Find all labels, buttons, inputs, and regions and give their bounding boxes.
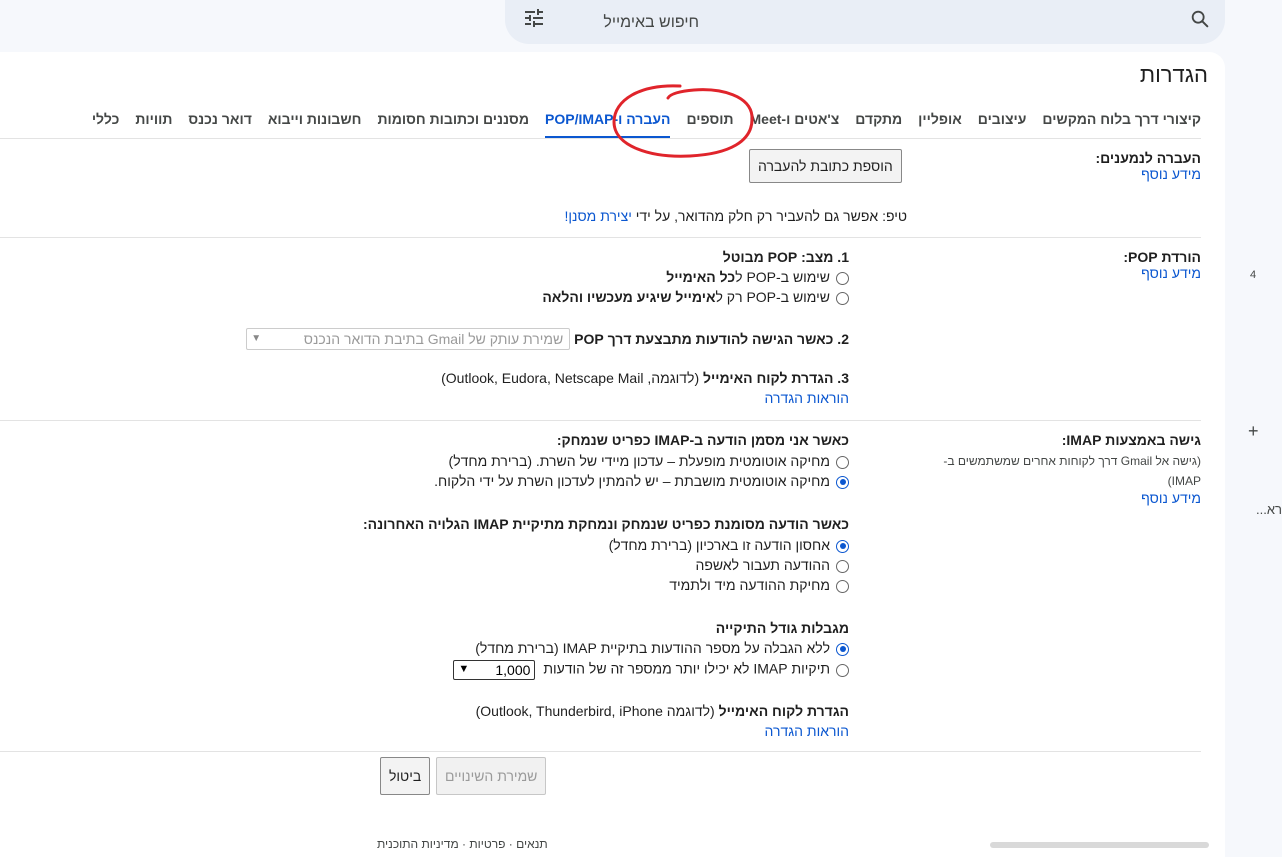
pop-all-mail-option[interactable]: שימוש ב-POP לכל האימייל [666, 269, 849, 285]
settings-panel: הגדרות כללי תוויות דואר נכנס חשבונות ויי… [0, 52, 1225, 857]
forwarding-label: העברה לנמענים: [1095, 150, 1201, 166]
tab-shortcuts[interactable]: קיצורי דרך בלוח המקשים [1042, 109, 1201, 139]
delete-forever-radio[interactable] [836, 579, 849, 593]
section-divider [0, 751, 1201, 752]
pop-all-mail-radio[interactable] [836, 271, 849, 285]
pop-step3-label: 3. הגדרת לקוח האימייל [703, 370, 849, 386]
pop-new-mail-option[interactable]: שימוש ב-POP רק לאימייל שיגיע מעכשיו והלא… [542, 289, 849, 305]
pop-step3: 3. הגדרת לקוח האימייל (לדוגמה, Outlook, … [441, 370, 849, 386]
right-strip-number: 4 [1250, 269, 1257, 281]
imap-client-examples: (לדוגמה Outlook, Thunderbird, iPhone) [475, 703, 715, 719]
tip-text: טיפ: אפשר גם להעביר רק חלק מהדואר, על יד… [631, 208, 907, 224]
section-divider [0, 420, 1201, 421]
program-policy-link[interactable]: מדיניות התוכנית [377, 837, 459, 851]
pop-new-mail-radio[interactable] [836, 291, 849, 305]
autoexpunge-off-radio[interactable] [836, 475, 849, 489]
search-placeholder[interactable]: חיפוש באימייל [603, 14, 699, 32]
no-limit-radio[interactable] [836, 642, 849, 656]
tab-inbox[interactable]: דואר נכנס [188, 109, 251, 139]
pop-learn-more-link[interactable]: מידע נוסף [1141, 265, 1201, 281]
pop-setup-wrap: הוראות הגדרה [765, 390, 849, 406]
tab-themes[interactable]: עיצובים [978, 109, 1027, 139]
imap-client-heading: הגדרת לקוח האימייל [718, 703, 849, 719]
pop-action-select[interactable]: שמירת עותק של Gmail בתיבת הדואר הנכנס ▼ [246, 328, 571, 350]
pop-label: הורדת POP: [1123, 249, 1201, 265]
imap-label: גישה באמצעות IMAP: [1061, 432, 1201, 448]
imap-setup-wrap: הוראות הגדרה [765, 723, 849, 739]
tune-icon[interactable] [522, 6, 546, 30]
right-strip-truncated-text: רא... [1256, 502, 1282, 517]
tab-advanced[interactable]: מתקדם [855, 109, 902, 139]
section-divider [0, 237, 1201, 238]
search-bar[interactable]: חיפוש באימייל [505, 0, 1225, 44]
tab-addons[interactable]: תוספים [686, 109, 733, 139]
archive-radio[interactable] [836, 539, 849, 553]
privacy-link[interactable]: פרטיות [469, 837, 505, 851]
pop-step2: 2. כאשר הגישה להודעות מתבצעת דרך POP שמי… [246, 328, 849, 350]
imap-sub1: (גישה אל Gmail דרך לקוחות אחרים שמשתמשים… [943, 454, 1201, 468]
trash-option[interactable]: ההודעה תעבור לאשפה [695, 557, 849, 573]
imap-learn-more-link[interactable]: מידע נוסף [931, 490, 1201, 506]
tab-accounts[interactable]: חשבונות וייבוא [268, 109, 362, 139]
forwarding-learn-more-link[interactable]: מידע נוסף [1141, 166, 1201, 182]
autoexpunge-on-radio[interactable] [836, 455, 849, 469]
search-icon[interactable] [1189, 8, 1211, 30]
save-changes-button[interactable]: שמירת השינויים [436, 757, 547, 795]
chevron-down-icon: ▼ [458, 663, 470, 675]
add-icon[interactable]: + [1248, 421, 1259, 442]
footer: תנאים · פרטיות · מדיניות התוכנית [377, 837, 548, 851]
autoexpunge-on-option[interactable]: מחיקה אוטומטית מופעלת – עדכון מיידי של ה… [449, 453, 849, 469]
delete-forever-option[interactable]: מחיקת ההודעה מיד ולתמיד [669, 577, 849, 593]
tab-labels[interactable]: תוויות [135, 109, 172, 139]
archive-option[interactable]: אחסון הודעה זו בארכיון (ברירת מחדל) [609, 537, 849, 553]
tab-offline[interactable]: אופליין [918, 109, 962, 139]
horizontal-scrollbar[interactable] [990, 842, 1209, 848]
limit-option[interactable]: תיקיות IMAP לא יכילו יותר ממספר זה של הו… [453, 660, 849, 680]
imap-deleted-heading: כאשר אני מסמן הודעה ב-IMAP כפריט שנמחק: [556, 432, 849, 448]
chevron-down-icon: ▼ [251, 333, 262, 344]
tab-general[interactable]: כללי [92, 109, 120, 139]
imap-setup-instructions-link[interactable]: הוראות הגדרה [765, 723, 849, 739]
pop-step2-label: 2. כאשר הגישה להודעות מתבצעת דרך POP [574, 331, 849, 347]
trash-radio[interactable] [836, 559, 849, 573]
tab-chat-meet[interactable]: צ'אטים ו-Meet [750, 109, 840, 139]
tab-divider [0, 138, 1201, 139]
create-filter-link[interactable]: יצירת מסנן! [565, 208, 632, 224]
autoexpunge-off-option[interactable]: מחיקה אוטומטית מושבתת – יש להמתין לעדכון… [434, 473, 849, 489]
terms-link[interactable]: תנאים [516, 837, 548, 851]
folder-size-heading: מגבלות גודל התיקייה [715, 620, 849, 636]
page-title: הגדרות [1139, 62, 1208, 87]
limit-radio[interactable] [836, 663, 849, 677]
forwarding-label-block: העברה לנמענים: מידע נוסף [1095, 150, 1201, 182]
imap-label-block: גישה באמצעות IMAP: (גישה אל Gmail דרך לק… [931, 432, 1201, 506]
pop-setup-instructions-link[interactable]: הוראות הגדרה [765, 390, 849, 406]
forwarding-tip: טיפ: אפשר גם להעביר רק חלק מהדואר, על יד… [565, 208, 907, 224]
tab-filters[interactable]: מסננים וכתובות חסומות [377, 109, 529, 139]
pop-status: 1. מצב: POP מבוטל [722, 249, 849, 265]
imap-sub2: IMAP) [1167, 474, 1201, 488]
no-limit-option[interactable]: ללא הגבלה על מספר ההודעות בתיקיית IMAP (… [475, 640, 849, 656]
cancel-button[interactable]: ביטול [380, 757, 431, 795]
settings-tabs: כללי תוויות דואר נכנס חשבונות וייבוא מסנ… [76, 109, 1201, 139]
imap-expunge-heading: כאשר הודעה מסומנת כפריט שנמחק ונמחקת מתי… [363, 516, 849, 532]
pop-step3-examples: (לדוגמה, Outlook, Eudora, Netscape Mail) [441, 370, 700, 386]
add-forwarding-address-button[interactable]: הוספת כתובת להעברה [749, 149, 902, 183]
pop-label-block: הורדת POP: מידע נוסף [1123, 249, 1201, 281]
imap-client: הגדרת לקוח האימייל (לדוגמה Outlook, Thun… [476, 703, 849, 719]
tab-forwarding-pop-imap[interactable]: העברה ו-POP/IMAP [545, 109, 671, 139]
folder-limit-select[interactable]: 1,000 ▼ [453, 660, 536, 680]
